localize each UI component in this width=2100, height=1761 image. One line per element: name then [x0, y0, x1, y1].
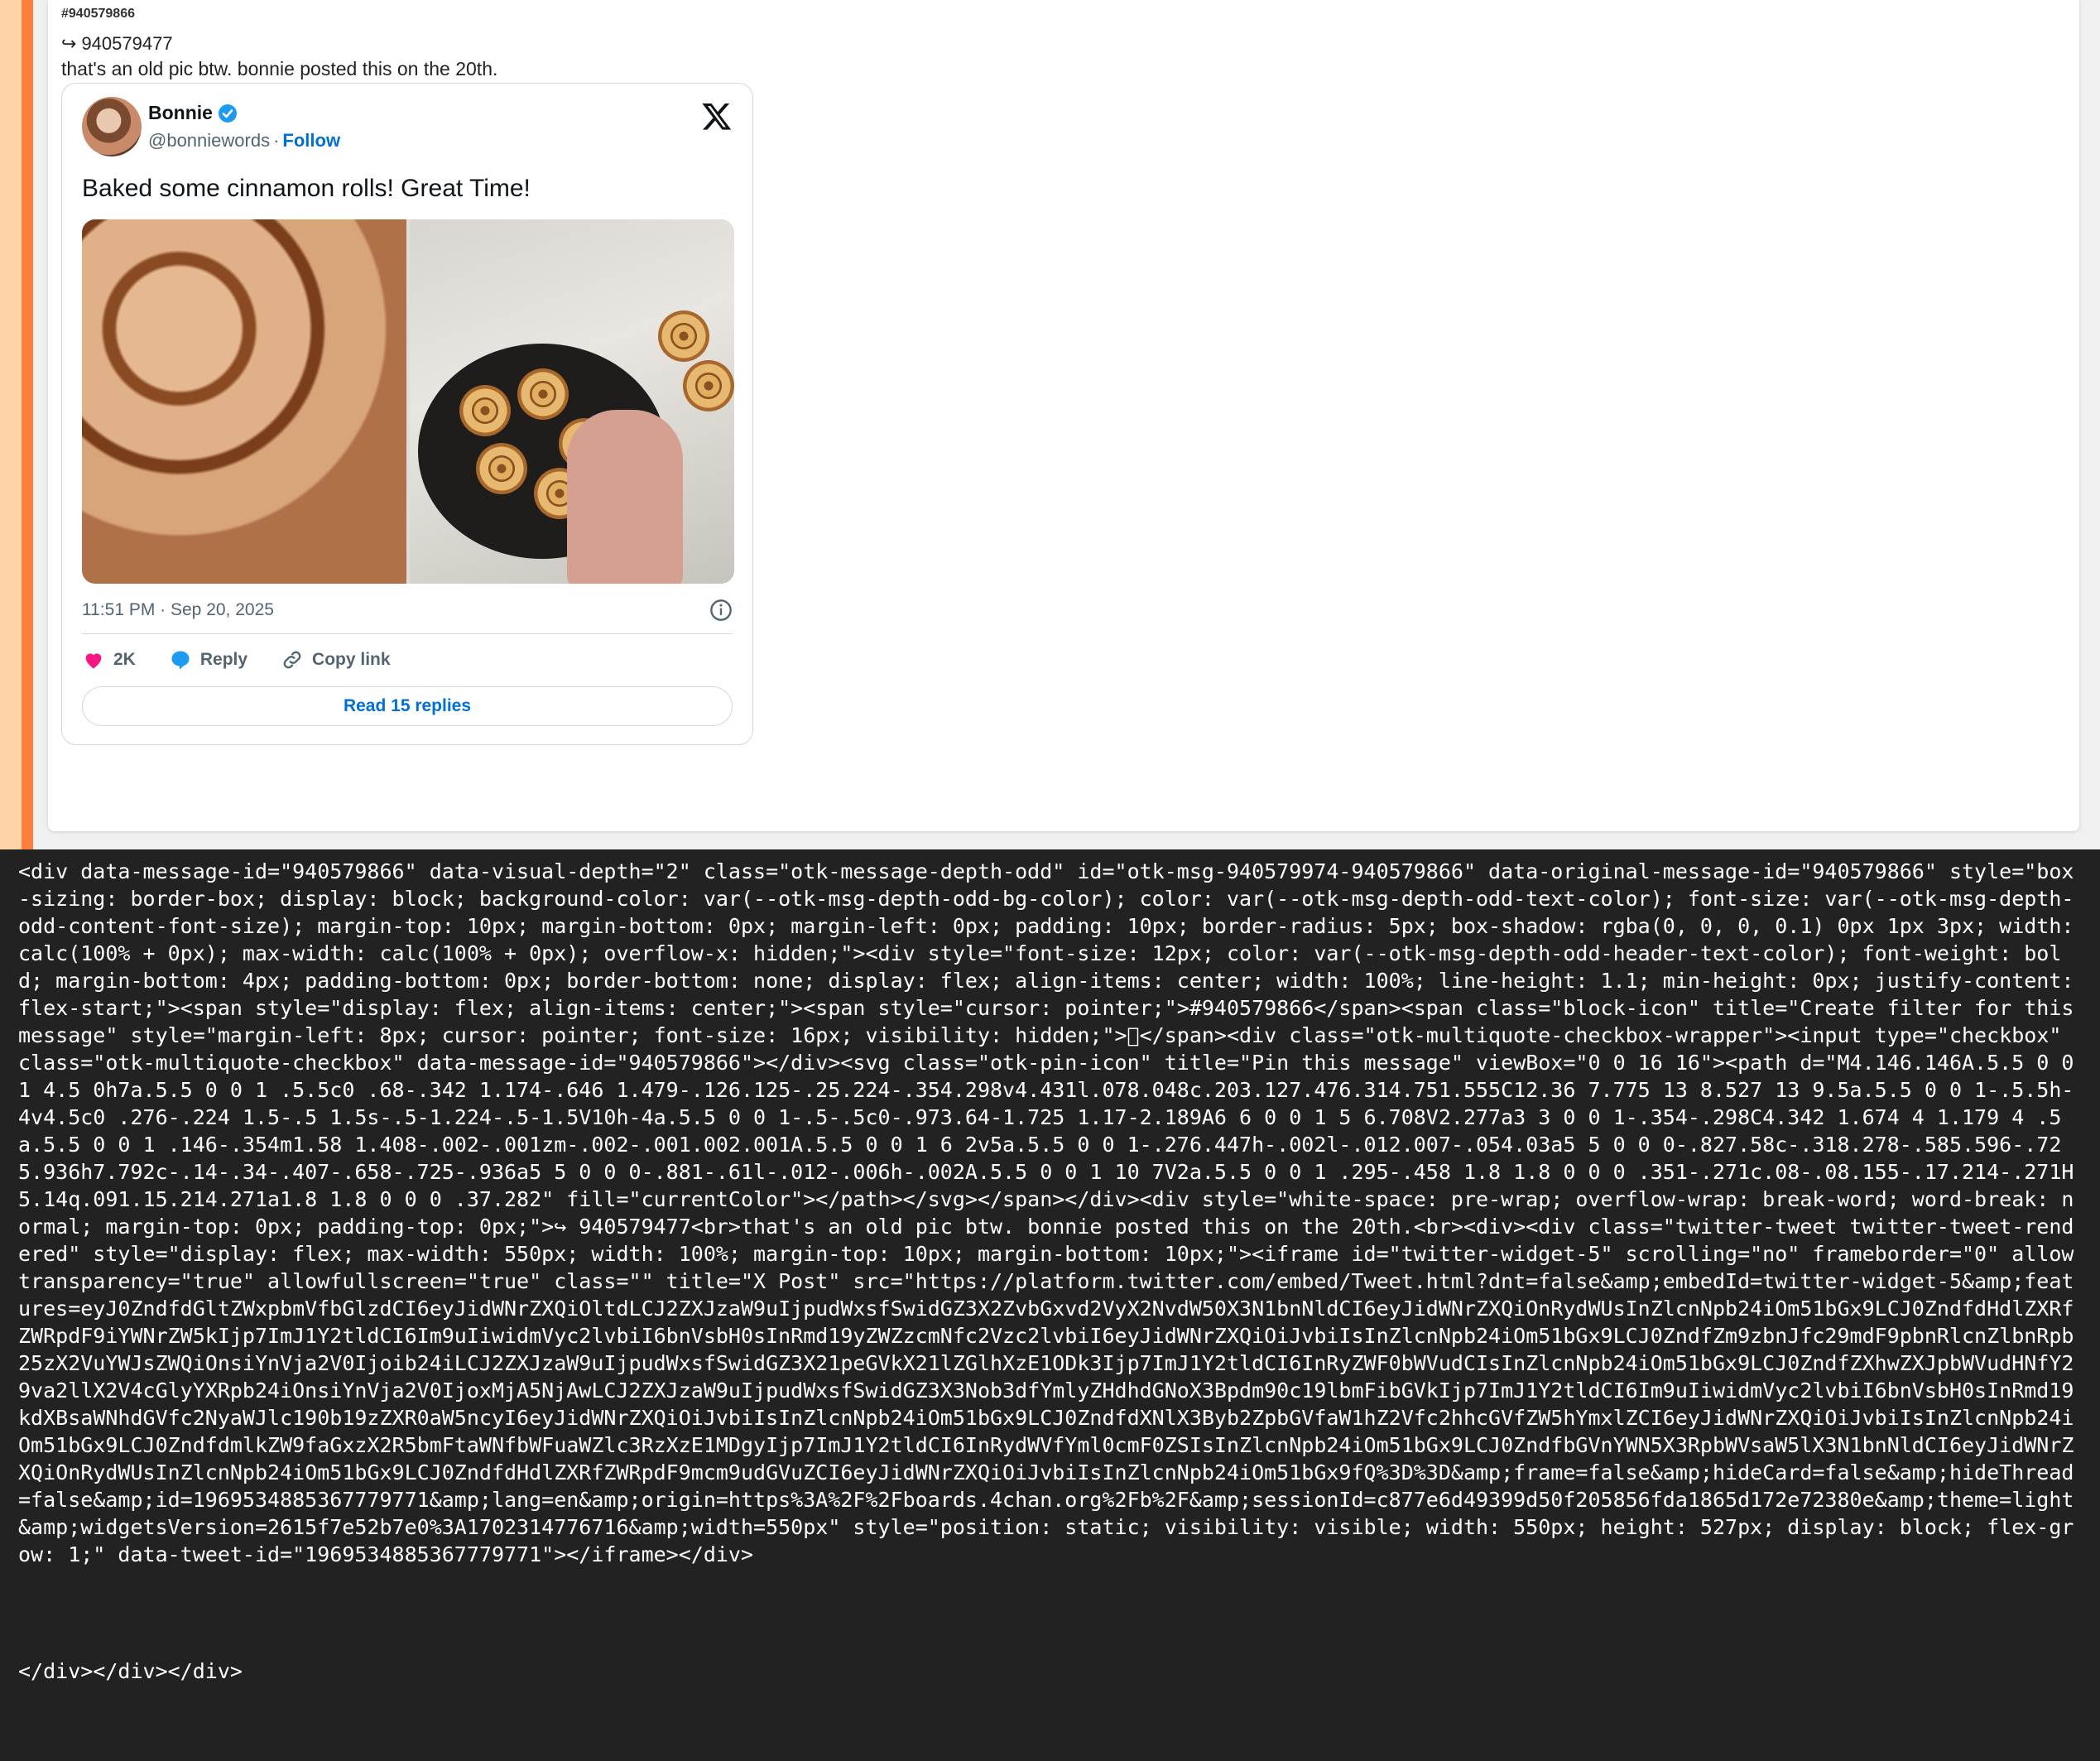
- read-replies-button[interactable]: Read 15 replies: [82, 686, 733, 726]
- embedded-tweet: Bonnie @bonniewords · Follow Baked some …: [61, 83, 753, 745]
- separator-dot: ·: [273, 130, 280, 151]
- info-icon[interactable]: [709, 599, 733, 622]
- avatar[interactable]: [82, 97, 142, 156]
- reply-arrow-icon: ↪: [61, 33, 77, 54]
- closing-tags-text: </div></div></div>: [18, 1659, 243, 1683]
- message-text: that's an old pic btw. bonnie posted thi…: [61, 58, 498, 79]
- quote-link[interactable]: ↪ 940579477: [61, 33, 173, 55]
- x-logo-icon[interactable]: [701, 100, 733, 132]
- author-handle[interactable]: @bonniewords: [148, 130, 270, 152]
- author-name-row[interactable]: Bonnie: [148, 102, 238, 124]
- tweet-actions: 2K Reply Copy link: [82, 648, 391, 671]
- reply-button[interactable]: Reply: [169, 648, 247, 671]
- divider: [82, 633, 733, 634]
- verified-badge-icon: [218, 103, 237, 123]
- like-button[interactable]: 2K: [82, 648, 136, 671]
- copy-link-label: Copy link: [312, 650, 391, 669]
- message-id-header[interactable]: #940579866: [61, 7, 135, 22]
- roll: [517, 368, 569, 420]
- message-card: #940579866 ↪ 940579477 that's an old pic…: [48, 0, 2079, 831]
- tweet-media[interactable]: [82, 219, 734, 584]
- quote-ref[interactable]: 940579477: [81, 33, 172, 55]
- thumbs-up-hand: [567, 410, 683, 584]
- author-name[interactable]: Bonnie: [148, 102, 213, 124]
- cinnamon-rolls-skillet-photo[interactable]: [410, 219, 734, 584]
- like-count: 2K: [113, 650, 136, 669]
- cinnamon-rolls-closeup-photo[interactable]: [82, 219, 406, 584]
- message-panel: #940579866 ↪ 940579477 that's an old pic…: [33, 0, 2100, 849]
- tweet-timestamp[interactable]: 11:51 PM · Sep 20, 2025: [82, 600, 274, 620]
- timestamp-row: 11:51 PM · Sep 20, 2025: [82, 599, 733, 622]
- depth-rail: [22, 0, 33, 849]
- link-icon: [283, 651, 301, 669]
- follow-button[interactable]: Follow: [282, 130, 340, 152]
- reply-bubble-icon: [171, 651, 190, 670]
- html-source-text[interactable]: <div data-message-id="940579866" data-vi…: [18, 858, 2079, 1568]
- copy-link-button[interactable]: Copy link: [281, 648, 391, 671]
- heart-icon: [85, 653, 102, 669]
- roll: [476, 443, 527, 494]
- author-handle-row: @bonniewords · Follow: [148, 130, 340, 152]
- left-margin: [0, 0, 22, 849]
- roll: [658, 310, 709, 362]
- tweet-text: Baked some cinnamon rolls! Great Time!: [82, 175, 531, 202]
- roll: [459, 385, 511, 436]
- roll: [683, 360, 734, 411]
- source-view: <div data-message-id="940579866" data-vi…: [0, 849, 2100, 1761]
- reply-label: Reply: [199, 650, 248, 669]
